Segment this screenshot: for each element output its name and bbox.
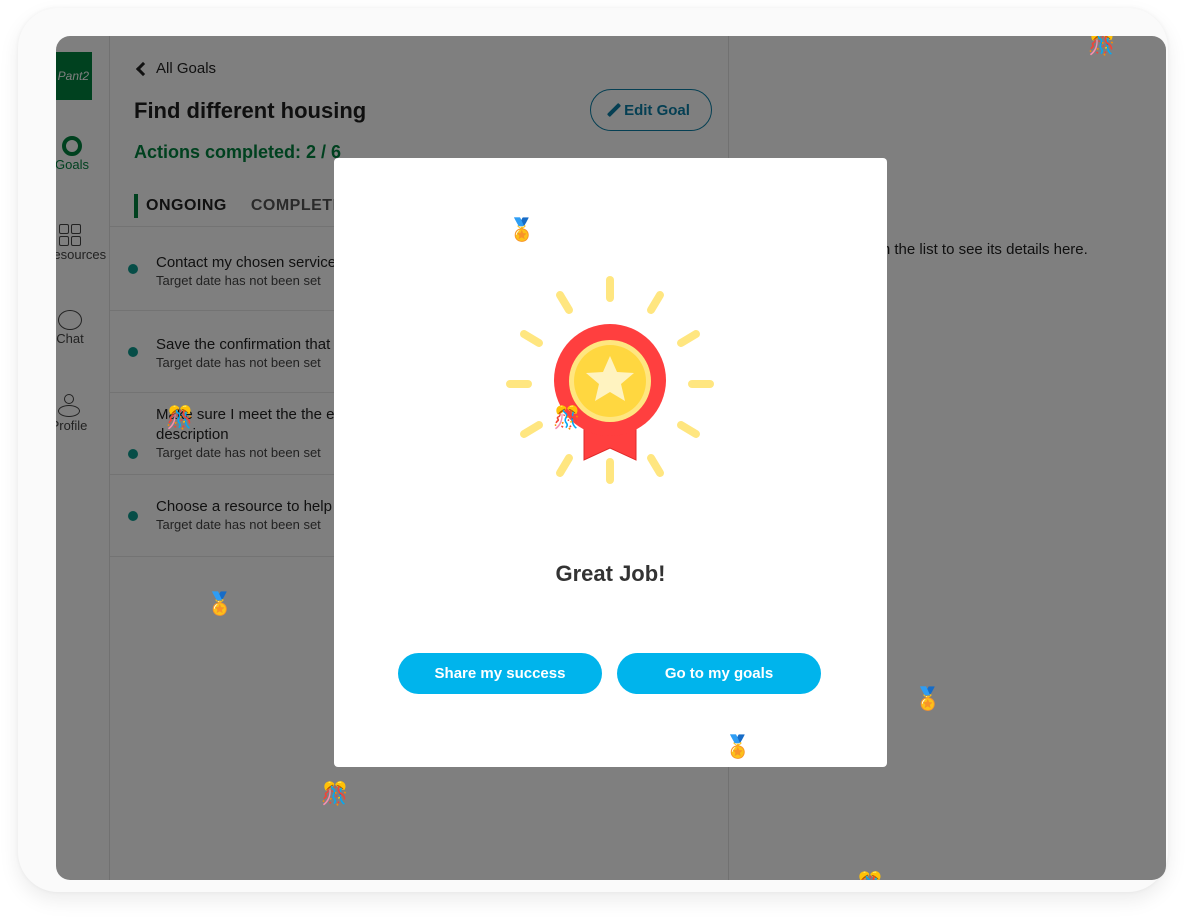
- success-modal: Great Job! Share my success Go to my goa…: [334, 158, 887, 767]
- go-to-goals-button[interactable]: Go to my goals: [617, 653, 821, 694]
- device-frame: Pant2 Goals Resources Chat Profile: [18, 8, 1168, 892]
- party-popper-icon: 🎊: [856, 874, 883, 881]
- party-popper-icon: 🎊: [1088, 36, 1116, 57]
- party-popper-icon: 🎊: [553, 406, 581, 431]
- medal-confetti-icon: 🏅: [508, 218, 536, 243]
- medal-confetti-icon: 🏅: [724, 735, 752, 760]
- medal-confetti-icon: 🏅: [206, 592, 234, 617]
- app-screen: Pant2 Goals Resources Chat Profile: [56, 36, 1166, 880]
- medal-confetti-icon: 🏅: [914, 687, 942, 712]
- party-popper-icon: 🎊: [166, 406, 194, 431]
- share-success-button[interactable]: Share my success: [398, 653, 602, 694]
- award-medal-icon: [506, 276, 714, 484]
- party-popper-icon: 🎊: [321, 782, 349, 807]
- modal-heading: Great Job!: [555, 561, 666, 586]
